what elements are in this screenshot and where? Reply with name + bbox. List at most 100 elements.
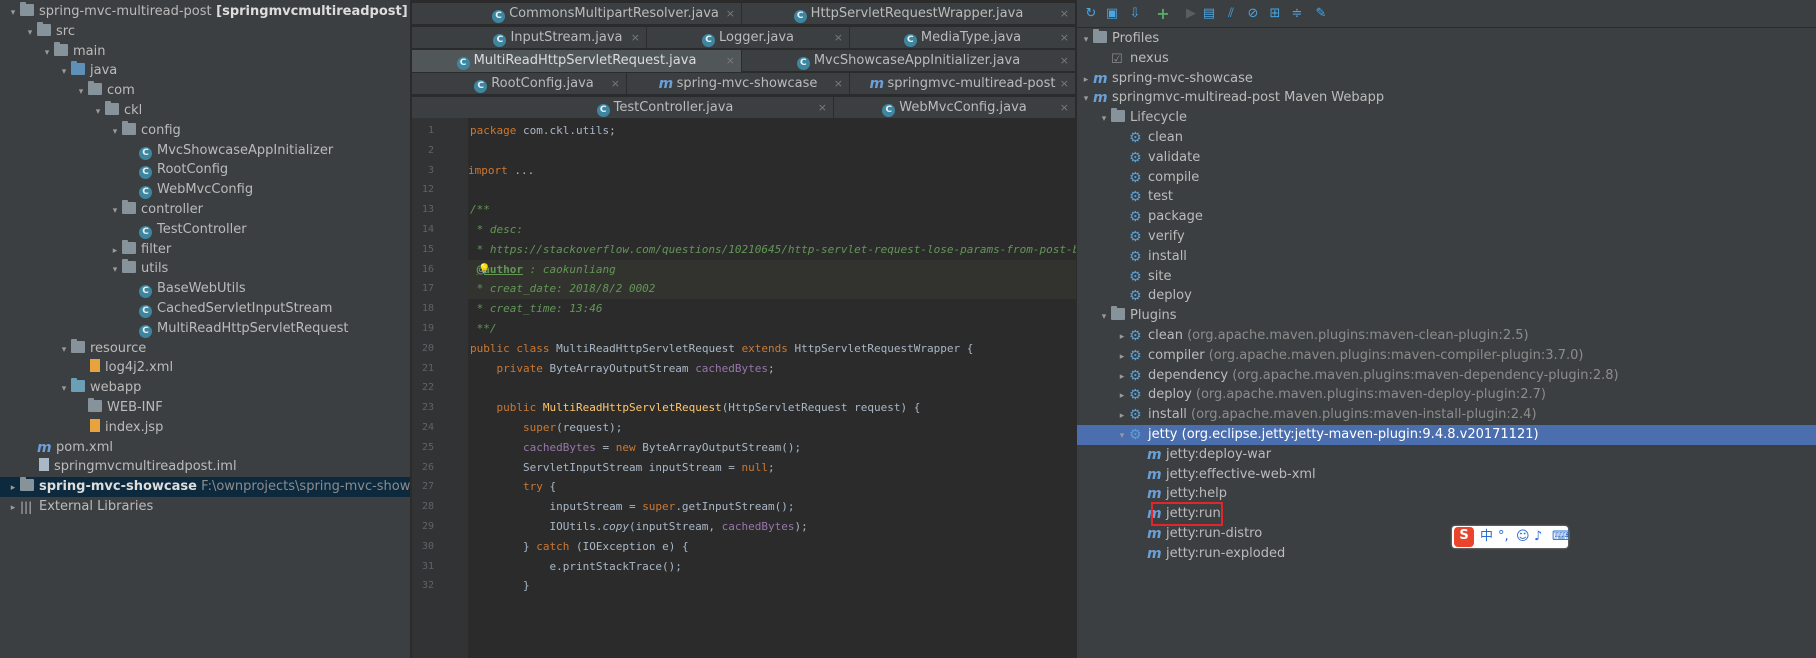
project-tree-row[interactable]: ▸ filter <box>0 239 410 261</box>
code-line[interactable] <box>468 180 1076 200</box>
code-line[interactable]: ServletInputStream inputStream = null; <box>468 458 1076 478</box>
code-line[interactable]: public MultiReadHttpServletRequest(HttpS… <box>468 398 1076 418</box>
close-tab-icon[interactable]: × <box>611 73 620 95</box>
project-tree-row[interactable]: ▾ java <box>0 61 410 81</box>
expand-right-icon[interactable]: ▸ <box>108 241 122 261</box>
editor-tab[interactable]: C HttpServletRequestWrapper.java × <box>742 3 1076 25</box>
code-line[interactable]: private ByteArrayOutputStream cachedByte… <box>468 359 1076 379</box>
project-tree-row[interactable]: ▸ spring-mvc-showcase F:\ownprojects\spri… <box>0 477 410 498</box>
close-tab-icon[interactable]: × <box>1060 3 1069 25</box>
execute-goal-icon[interactable]: ▤ <box>1201 6 1217 22</box>
project-tree-row[interactable]: C RootConfig <box>0 160 410 180</box>
expand-down-icon[interactable]: ▾ <box>6 3 20 23</box>
project-tree-row[interactable]: C TestController <box>0 220 410 240</box>
project-tree-row[interactable]: C WebMvcConfig <box>0 180 410 200</box>
maven-tree-row[interactable]: ▸ ⚙ install (org.apache.maven.plugins:mave… <box>1077 405 1816 425</box>
maven-tree-row[interactable]: ⚙ validate <box>1077 148 1816 168</box>
project-tree-row[interactable]: ▾ controller <box>0 200 410 220</box>
run-icon[interactable]: ▶ <box>1183 6 1199 22</box>
expand-right-icon[interactable]: ▸ <box>6 498 20 518</box>
toggle-offline-icon[interactable]: ⫽ <box>1223 6 1239 22</box>
maven-tree-row[interactable]: ⚙ clean <box>1077 128 1816 148</box>
project-tree-row[interactable]: ▾ src <box>0 21 410 42</box>
maven-tree-row[interactable]: ▾ m springmvc-multiread-post Maven Webapp <box>1077 88 1816 108</box>
code-line[interactable]: super(request); <box>468 418 1076 438</box>
editor-tab[interactable]: C MultiReadHttpServletRequest.java × <box>412 50 742 72</box>
editor-tab[interactable]: C MediaType.java × <box>850 27 1076 49</box>
editor-tab[interactable]: C TestController.java × <box>497 97 834 119</box>
maven-tree-row[interactable]: ▾ ⚙ jetty (org.eclipse.jetty:jetty-maven-p… <box>1077 425 1816 445</box>
maven-tree-row[interactable]: ▸ ⚙ clean (org.apache.maven.plugins:maven-… <box>1077 326 1816 346</box>
maven-tree-row[interactable]: ▾ Plugins <box>1077 306 1816 326</box>
expand-down-icon[interactable]: ▾ <box>108 201 122 221</box>
expand-down-icon[interactable]: ▾ <box>57 379 71 399</box>
close-tab-icon[interactable]: × <box>1060 97 1069 119</box>
download-icon[interactable]: ⇩ <box>1127 6 1143 22</box>
expand-down-icon[interactable]: ▾ <box>1097 307 1111 327</box>
maven-tree-row[interactable]: ▸ ⚙ deploy (org.apache.maven.plugins:maven… <box>1077 385 1816 405</box>
emoji-icon[interactable]: ☺ <box>1516 528 1530 546</box>
expand-down-icon[interactable]: ▾ <box>57 62 71 82</box>
maven-tree-row[interactable]: ⚙ site <box>1077 267 1816 287</box>
close-tab-icon[interactable]: × <box>834 73 843 95</box>
code-line[interactable]: IOUtils.copy(inputStream, cachedBytes); <box>468 517 1076 537</box>
editor-tab[interactable]: m springmvc-multiread-post × <box>850 73 1076 95</box>
project-tree-row[interactable]: ▾ com <box>0 81 410 101</box>
code-line[interactable] <box>468 141 1076 161</box>
maven-tree-row[interactable]: ▸ m spring-mvc-showcase <box>1077 69 1816 89</box>
code-line[interactable]: package com.ckl.utils; <box>468 121 1076 141</box>
code-line[interactable]: try { <box>468 477 1076 497</box>
show-dependencies-icon[interactable]: ⊞ <box>1267 6 1283 22</box>
close-tab-icon[interactable]: × <box>1060 27 1069 49</box>
expand-down-icon[interactable]: ▾ <box>108 122 122 142</box>
maven-tree-row[interactable]: ⚙ install <box>1077 247 1816 267</box>
close-tab-icon[interactable]: × <box>631 27 640 49</box>
sogou-logo-icon[interactable]: S <box>1454 527 1474 547</box>
code-line[interactable]: public class MultiReadHttpServletRequest… <box>468 339 1076 359</box>
skip-tests-icon[interactable]: ⊘ <box>1245 6 1261 22</box>
expand-down-icon[interactable]: ▾ <box>1097 109 1111 129</box>
project-tree-row[interactable]: C CachedServletInputStream <box>0 299 410 319</box>
expand-right-icon[interactable]: ▸ <box>1079 70 1093 90</box>
expand-down-icon[interactable]: ▾ <box>91 102 105 122</box>
code-line[interactable]: } catch (IOException e) { <box>468 537 1076 557</box>
project-tree-row[interactable]: ▾ ckl <box>0 101 410 121</box>
expand-right-icon[interactable]: ▸ <box>1115 406 1129 426</box>
code-line[interactable]: * creat_time: 13:46 <box>468 299 1076 319</box>
maven-tree-row[interactable]: m jetty:deploy-war <box>1077 445 1816 465</box>
settings-icon[interactable]: ✎ <box>1313 6 1329 22</box>
maven-tree-row[interactable]: ⚙ deploy <box>1077 286 1816 306</box>
chinese-mode-icon[interactable]: 中 <box>1480 528 1493 546</box>
expand-right-icon[interactable]: ▸ <box>1115 347 1129 367</box>
intention-bulb-icon[interactable]: 💡 <box>478 260 490 280</box>
maven-tree-row[interactable]: ⚙ compile <box>1077 168 1816 188</box>
expand-right-icon[interactable]: ▸ <box>6 478 20 498</box>
editor-tab[interactable]: C MvcShowcaseAppInitializer.java × <box>742 50 1076 72</box>
editor-tab[interactable]: m spring-mvc-showcase × <box>627 73 850 95</box>
code-line[interactable]: **/ <box>468 319 1076 339</box>
collapse-all-icon[interactable]: ≑ <box>1289 6 1305 22</box>
expand-down-icon[interactable]: ▾ <box>1079 30 1093 50</box>
maven-tree-row[interactable]: m jetty:run-exploded <box>1077 544 1816 564</box>
code-line[interactable]: import ... <box>468 161 1076 181</box>
code-line[interactable]: e.printStackTrace(); <box>468 557 1076 577</box>
punctuation-icon[interactable]: °, <box>1498 528 1509 546</box>
project-tree-row[interactable]: m pom.xml <box>0 438 410 458</box>
project-tree-row[interactable]: ▾ main <box>0 41 410 63</box>
editor-tab[interactable]: C RootConfig.java × <box>442 73 627 95</box>
project-tree-row[interactable]: ▸ ||| External Libraries <box>0 497 410 517</box>
maven-tree-row[interactable]: ⚙ package <box>1077 207 1816 227</box>
project-tree-row[interactable]: ▾ config <box>0 120 410 142</box>
ime-toolbar[interactable]: S 中 °, ☺ ♪ ⌨ <box>1452 526 1571 548</box>
project-tree-row[interactable]: index.jsp <box>0 418 410 438</box>
maven-tree-row[interactable]: ▸ ⚙ compiler (org.apache.maven.plugins:mav… <box>1077 346 1816 366</box>
editor-tab[interactable]: C WebMvcConfig.java × <box>834 97 1076 119</box>
project-tree-row[interactable]: C BaseWebUtils <box>0 279 410 299</box>
code-line[interactable]: cachedBytes = new ByteArrayOutputStream(… <box>468 438 1076 458</box>
expand-down-icon[interactable]: ▾ <box>40 43 54 63</box>
project-tree-row[interactable]: C MvcShowcaseAppInitializer <box>0 141 410 161</box>
close-tab-icon[interactable]: × <box>726 50 735 72</box>
add-icon[interactable]: + <box>1155 6 1171 22</box>
code-line[interactable]: /** <box>468 200 1076 220</box>
close-tab-icon[interactable]: × <box>834 27 843 49</box>
